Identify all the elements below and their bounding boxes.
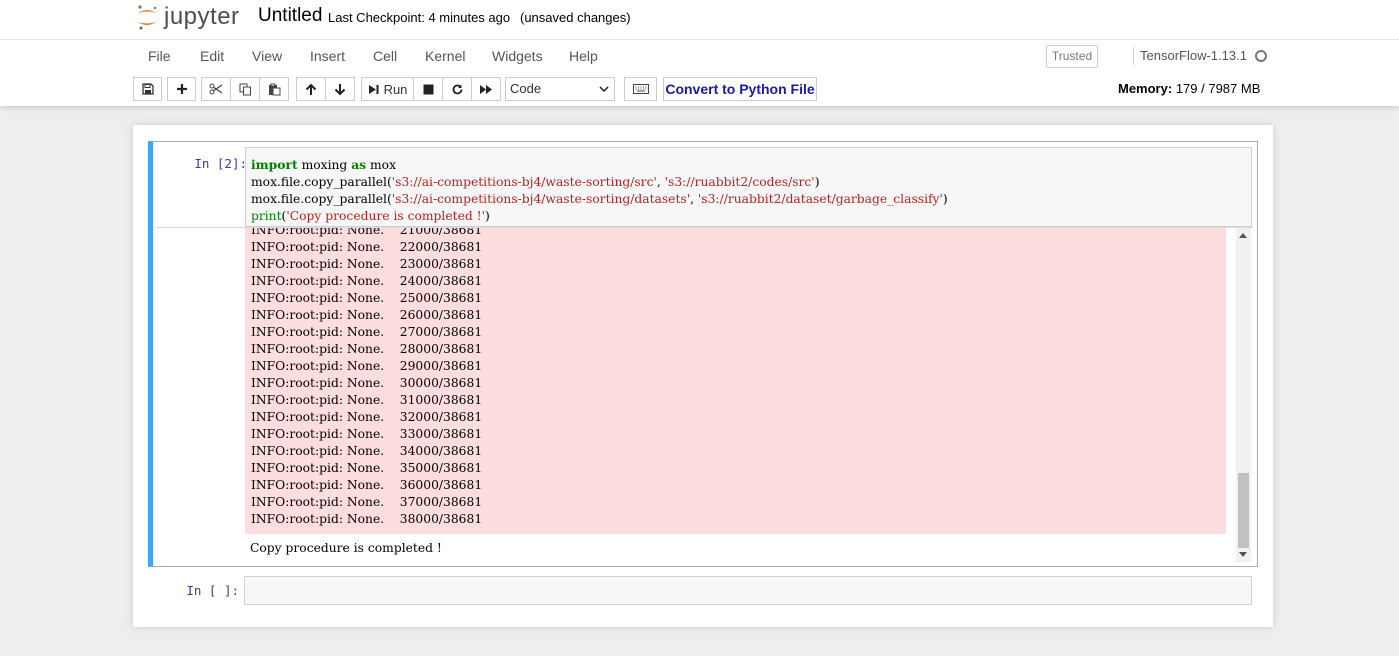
stderr-line: INFO:root:pid: None. 27000/38681 [251, 325, 483, 339]
stderr-line: INFO:root:pid: None. 24000/38681 [251, 274, 483, 288]
menu-insert[interactable]: Insert [310, 48, 345, 64]
copy-icon [239, 83, 251, 95]
code-line: mox.file.copy_parallel('s3://ai-competit… [251, 192, 948, 206]
last-checkpoint: Last Checkpoint: 4 minutes ago [328, 10, 511, 25]
stdout-output: Copy procedure is completed ! [250, 541, 442, 555]
toolbar: Run Code Convert to Python File Memory: … [133, 75, 1273, 103]
empty-code-editor[interactable] [244, 576, 1252, 605]
cut-icon [209, 83, 223, 95]
scroll-down-icon[interactable] [1239, 552, 1247, 557]
paste-icon [268, 83, 280, 95]
stop-icon [423, 84, 433, 94]
code-line: import moxing as mox [251, 157, 397, 172]
save-button[interactable] [133, 77, 162, 101]
run-button[interactable]: Run [361, 77, 414, 101]
stderr-line: INFO:root:pid: None. 29000/38681 [251, 359, 483, 373]
input-prompt: In [2]: [194, 156, 247, 171]
stderr-line: INFO:root:pid: None. 32000/38681 [251, 410, 483, 424]
cell-type-value: Code [510, 81, 542, 96]
menu-file[interactable]: File [148, 48, 171, 64]
menu-view[interactable]: View [252, 48, 282, 64]
stderr-line: INFO:root:pid: None. 30000/38681 [251, 376, 483, 390]
arrow-down-icon [334, 83, 346, 95]
paste-button[interactable] [259, 77, 289, 101]
menubar: File Edit View Insert Cell Kernel Widget… [133, 41, 1273, 71]
scrollbar-thumb[interactable] [1238, 473, 1249, 548]
save-icon [141, 83, 154, 95]
kernel-idle-icon [1255, 50, 1267, 62]
convert-to-python-button[interactable]: Convert to Python File [663, 77, 817, 101]
memory-value: 179 / 7987 MB [1175, 81, 1261, 96]
run-label: Run [383, 81, 408, 97]
stderr-output[interactable]: INFO:root:pid: None. 21000/38681 INFO:roo… [245, 228, 1226, 534]
cell-type-select[interactable]: Code [505, 77, 615, 101]
restart-run-all-button[interactable] [471, 77, 501, 101]
chevron-down-icon [599, 86, 609, 93]
stderr-line: INFO:root:pid: None. 34000/38681 [251, 444, 483, 458]
trusted-indicator[interactable]: Trusted [1046, 45, 1098, 68]
stderr-line: INFO:root:pid: None. 35000/38681 [251, 461, 483, 475]
notebook-container: In [2]: import moxing as mox mox.file.cop… [133, 125, 1273, 627]
scroll-up-icon[interactable] [1239, 233, 1247, 238]
memory-usage: Memory: 179 / 7987 MB [1118, 81, 1260, 96]
menu-cell[interactable]: Cell [373, 48, 397, 64]
stderr-line: INFO:root:pid: None. 21000/38681 [251, 228, 483, 237]
menu-edit[interactable]: Edit [200, 48, 224, 64]
restart-button[interactable] [442, 77, 472, 101]
command-palette-button[interactable] [624, 77, 657, 101]
input-prompt-empty: In [ ]: [186, 583, 239, 598]
header-top-bar: jupyter Untitled Last Checkpoint: 4 minu… [0, 0, 1399, 40]
fast-forward-icon [480, 84, 492, 94]
stderr-line: INFO:root:pid: None. 28000/38681 [251, 342, 483, 356]
move-down-button[interactable] [325, 77, 355, 101]
move-up-button[interactable] [296, 77, 326, 101]
code-line: mox.file.copy_parallel('s3://ai-competit… [251, 175, 820, 189]
stderr-line: INFO:root:pid: None. 33000/38681 [251, 427, 483, 441]
stderr-line: INFO:root:pid: None. 23000/38681 [251, 257, 483, 271]
kernel-name: TensorFlow-1.13.1 [1133, 47, 1247, 65]
stderr-line: INFO:root:pid: None. 26000/38681 [251, 308, 483, 322]
output-scrollbar[interactable] [1236, 228, 1251, 562]
code-cell-selected[interactable]: In [2]: import moxing as mox mox.file.cop… [148, 141, 1258, 567]
menu-kernel[interactable]: Kernel [425, 48, 465, 64]
stderr-line: INFO:root:pid: None. 31000/38681 [251, 393, 483, 407]
stderr-lines: INFO:root:pid: None. 21000/38681 INFO:roo… [251, 228, 482, 528]
menu-widgets[interactable]: Widgets [492, 48, 543, 64]
stderr-line: INFO:root:pid: None. 25000/38681 [251, 291, 483, 305]
memory-label: Memory: [1118, 81, 1173, 96]
output-area: INFO:root:pid: None. 21000/38681 INFO:roo… [156, 227, 1253, 562]
code-editor[interactable]: import moxing as mox mox.file.copy_parall… [245, 147, 1252, 227]
interrupt-button[interactable] [413, 77, 443, 101]
stderr-line: INFO:root:pid: None. 38000/38681 [251, 512, 483, 526]
cut-button[interactable] [201, 77, 231, 101]
stderr-line: INFO:root:pid: None. 37000/38681 [251, 495, 483, 509]
stderr-line: INFO:root:pid: None. 36000/38681 [251, 478, 483, 492]
plus-icon [176, 84, 187, 94]
restart-icon [452, 84, 462, 94]
notebook-title[interactable]: Untitled [258, 5, 322, 27]
insert-cell-button[interactable] [167, 77, 196, 101]
menu-help[interactable]: Help [569, 48, 598, 64]
copy-button[interactable] [230, 77, 260, 101]
stderr-line: INFO:root:pid: None. 22000/38681 [251, 240, 483, 254]
autosave-status: (unsaved changes) [520, 10, 631, 25]
jupyter-logo[interactable]: jupyter [136, 2, 240, 32]
keyboard-icon [632, 84, 649, 94]
header: jupyter Untitled Last Checkpoint: 4 minu… [0, 0, 1399, 106]
jupyter-logo-text: jupyter [164, 3, 240, 30]
arrow-up-icon [305, 83, 317, 95]
jupyter-logo-icon [136, 4, 158, 30]
code-line: print('Copy procedure is completed !') [251, 209, 490, 223]
step-forward-icon [368, 84, 379, 94]
